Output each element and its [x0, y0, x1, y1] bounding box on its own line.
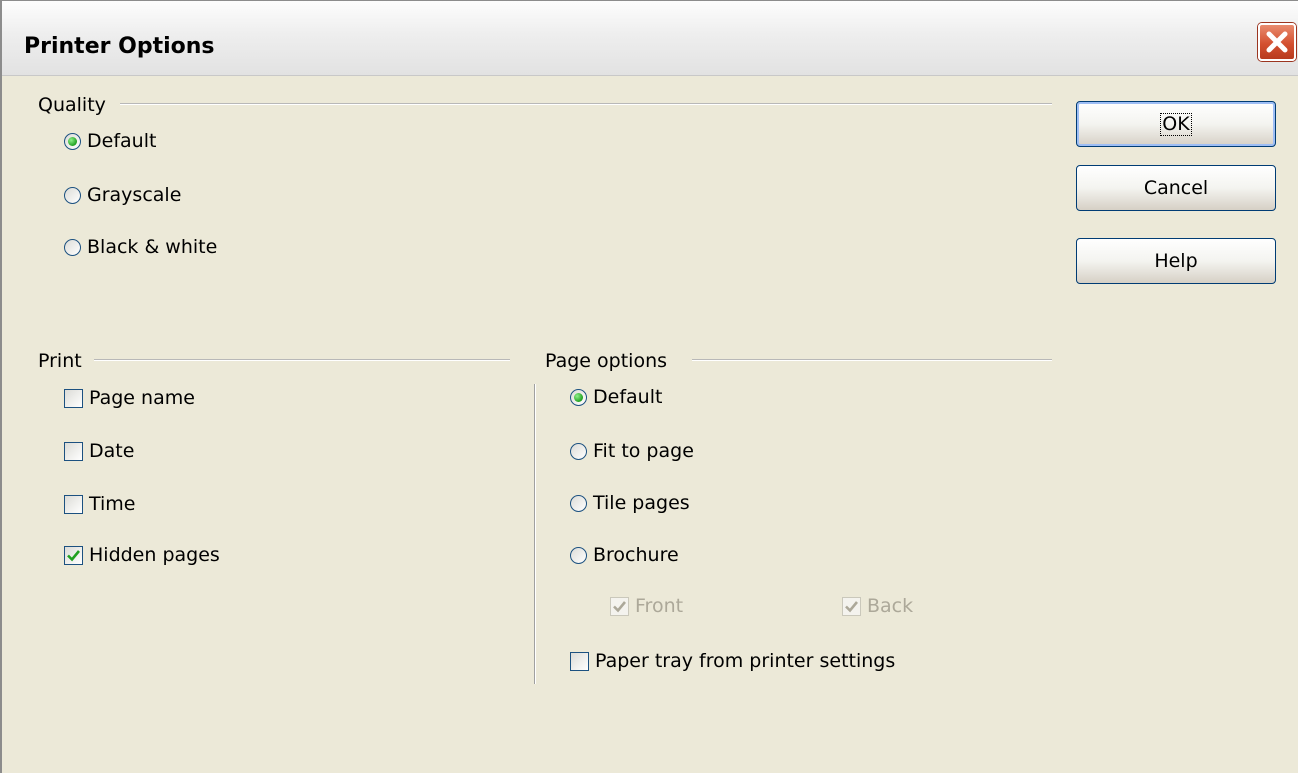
- radio-unchecked-icon: [64, 239, 81, 256]
- print-page-name-label: Page name: [89, 387, 195, 409]
- quality-grayscale-radio[interactable]: Grayscale: [64, 186, 181, 205]
- print-time-label: Time: [89, 493, 136, 515]
- print-date-label: Date: [89, 440, 135, 462]
- dialog-content: Quality Default Grayscale Black & white …: [2, 76, 1298, 773]
- quality-default-label: Default: [87, 130, 157, 152]
- brochure-back-label: Back: [867, 595, 914, 617]
- ok-button-label: OK: [1160, 112, 1192, 136]
- print-hidden-pages-label: Hidden pages: [89, 544, 220, 566]
- dialog-title: Printer Options: [24, 34, 215, 59]
- checkmark-icon: [613, 601, 627, 613]
- radio-checked-icon: [64, 133, 81, 150]
- page-brochure-label: Brochure: [593, 544, 679, 566]
- page-fit-to-page-label: Fit to page: [593, 440, 694, 462]
- quality-group-label: Quality: [38, 94, 106, 116]
- brochure-back-checkbox: Back: [842, 597, 913, 616]
- checkbox-icon: [64, 495, 83, 514]
- checkbox-icon: [842, 597, 861, 616]
- page-default-radio[interactable]: Default: [570, 388, 662, 407]
- print-group-label: Print: [38, 350, 82, 372]
- radio-unchecked-icon: [570, 547, 587, 564]
- checkmark-icon: [845, 601, 859, 613]
- brochure-front-label: Front: [635, 595, 684, 617]
- vertical-separator: [534, 384, 536, 684]
- checkbox-icon: [64, 389, 83, 408]
- close-icon: [1266, 31, 1288, 53]
- page-tile-pages-radio[interactable]: Tile pages: [570, 494, 690, 513]
- checkbox-icon: [64, 546, 83, 565]
- quality-black-white-radio[interactable]: Black & white: [64, 238, 217, 257]
- radio-unchecked-icon: [64, 187, 81, 204]
- print-group-line: [94, 359, 510, 361]
- paper-tray-checkbox[interactable]: Paper tray from printer settings: [570, 652, 895, 671]
- radio-unchecked-icon: [570, 495, 587, 512]
- print-date-checkbox[interactable]: Date: [64, 442, 134, 461]
- page-tile-pages-label: Tile pages: [593, 492, 690, 514]
- print-page-name-checkbox[interactable]: Page name: [64, 389, 195, 408]
- cancel-button-label: Cancel: [1143, 176, 1209, 199]
- help-button[interactable]: Help: [1076, 238, 1276, 284]
- title-bar[interactable]: Printer Options: [2, 1, 1298, 76]
- quality-default-radio[interactable]: Default: [64, 132, 156, 151]
- checkbox-icon: [570, 652, 589, 671]
- print-time-checkbox[interactable]: Time: [64, 495, 136, 514]
- ok-button[interactable]: OK: [1076, 101, 1276, 147]
- page-options-group-line: [692, 359, 1052, 361]
- quality-group-line: [120, 103, 1052, 105]
- print-hidden-pages-checkbox[interactable]: Hidden pages: [64, 546, 220, 565]
- page-options-group-label: Page options: [545, 350, 668, 372]
- cancel-button[interactable]: Cancel: [1076, 165, 1276, 211]
- radio-checked-icon: [570, 389, 587, 406]
- quality-grayscale-label: Grayscale: [87, 184, 182, 206]
- printer-options-dialog: Printer Options Quality Default Grayscal…: [0, 0, 1298, 773]
- paper-tray-label: Paper tray from printer settings: [595, 650, 896, 672]
- page-brochure-radio[interactable]: Brochure: [570, 546, 679, 565]
- checkmark-icon: [67, 550, 81, 562]
- close-button[interactable]: [1258, 23, 1296, 61]
- help-button-label: Help: [1154, 249, 1198, 272]
- checkbox-icon: [64, 442, 83, 461]
- page-fit-to-page-radio[interactable]: Fit to page: [570, 442, 694, 461]
- quality-black-white-label: Black & white: [87, 236, 218, 258]
- checkbox-icon: [610, 597, 629, 616]
- page-default-label: Default: [593, 386, 663, 408]
- radio-unchecked-icon: [570, 443, 587, 460]
- brochure-front-checkbox: Front: [610, 597, 683, 616]
